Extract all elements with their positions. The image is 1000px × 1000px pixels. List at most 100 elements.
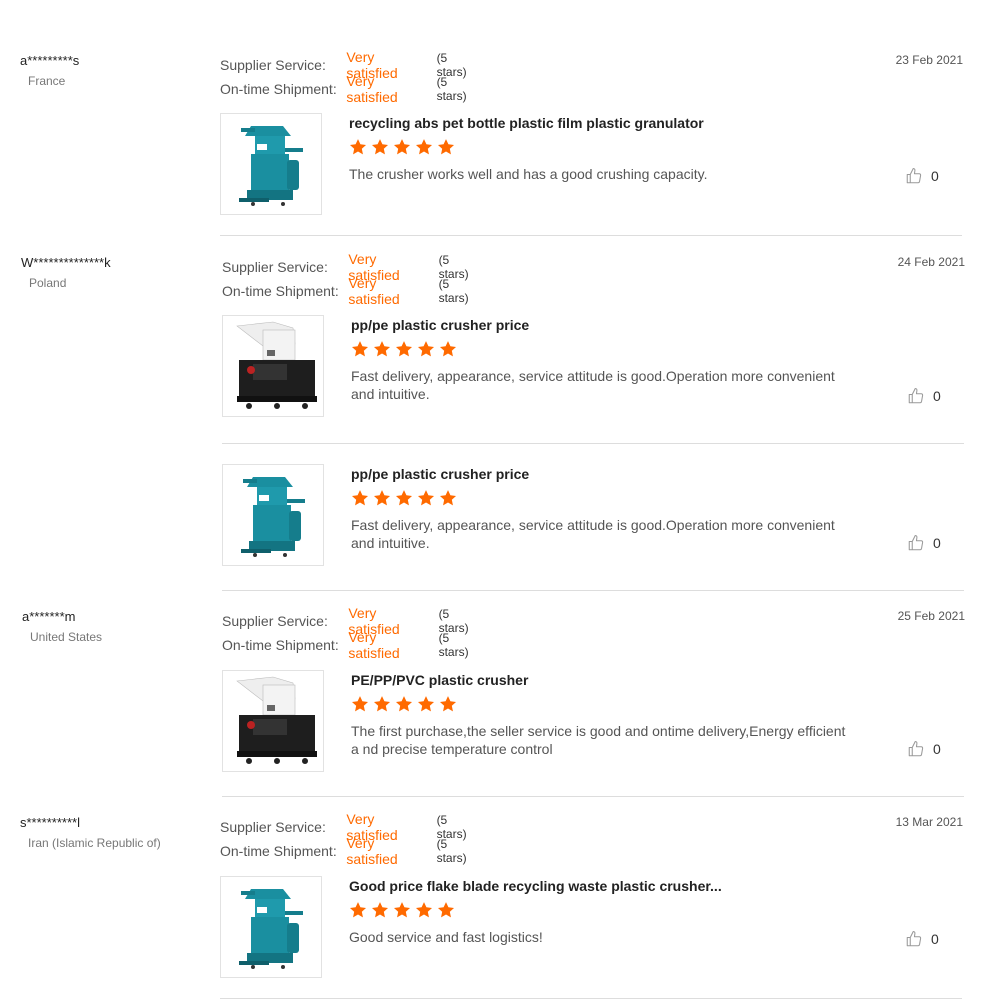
shipment-label: On-time Shipment: xyxy=(222,637,339,653)
star-icon xyxy=(395,341,413,357)
like-button[interactable]: 0 xyxy=(905,167,939,185)
star-icon xyxy=(395,696,413,712)
review-item: Good price flake blade recycling waste p… xyxy=(220,876,965,978)
product-thumbnail[interactable] xyxy=(220,113,322,215)
like-count: 0 xyxy=(933,388,941,404)
reviewer: a*********s France xyxy=(20,53,79,88)
star-icon xyxy=(415,139,433,155)
star-icon xyxy=(371,139,389,155)
thumbs-up-icon xyxy=(905,167,923,185)
star-icon xyxy=(415,902,433,918)
like-count: 0 xyxy=(931,168,939,184)
crusher-machine-image xyxy=(223,316,323,416)
review-date: 13 Mar 2021 xyxy=(895,815,963,829)
review-item: recycling abs pet bottle plastic film pl… xyxy=(220,113,965,215)
review-date: 24 Feb 2021 xyxy=(897,255,965,269)
star-icon xyxy=(439,341,457,357)
thumbs-up-icon xyxy=(907,534,925,552)
supplier-service-label: Supplier Service: xyxy=(222,259,328,275)
crusher-machine-image xyxy=(221,114,321,214)
star-icon xyxy=(417,490,435,506)
review-item: pp/pe plastic crusher price Fast deliver… xyxy=(222,464,967,566)
reviewer-name: a*********s xyxy=(20,53,80,68)
product-title[interactable]: pp/pe plastic crusher price xyxy=(351,317,529,333)
divider xyxy=(220,235,962,236)
star-icon xyxy=(373,490,391,506)
reviewer-country: United States xyxy=(30,630,103,644)
star-icon xyxy=(417,341,435,357)
product-title[interactable]: PE/PP/PVC plastic crusher xyxy=(351,672,528,688)
reviewer-country: Iran (Islamic Republic of) xyxy=(28,836,161,850)
like-count: 0 xyxy=(931,931,939,947)
star-rating xyxy=(351,489,457,507)
shipment-value: Very satisfied xyxy=(346,835,398,867)
reviewer: a*******m United States xyxy=(22,609,102,644)
star-rating xyxy=(351,340,457,358)
star-icon xyxy=(439,490,457,506)
shipment-stars: (5 stars) xyxy=(438,277,469,305)
divider xyxy=(220,998,962,999)
review-item: pp/pe plastic crusher price Fast deliver… xyxy=(222,315,967,417)
star-icon xyxy=(417,696,435,712)
star-icon xyxy=(349,139,367,155)
shipment-value: Very satisfied xyxy=(346,73,398,105)
review-date: 23 Feb 2021 xyxy=(895,53,963,67)
star-icon xyxy=(439,696,457,712)
product-thumbnail[interactable] xyxy=(222,464,324,566)
crusher-machine-image xyxy=(223,465,323,565)
shipment-stars: (5 stars) xyxy=(436,75,467,103)
star-icon xyxy=(393,902,411,918)
reviewer-country: France xyxy=(28,74,66,88)
review-date: 25 Feb 2021 xyxy=(897,609,965,623)
product-title[interactable]: pp/pe plastic crusher price xyxy=(351,466,529,482)
crusher-machine-image xyxy=(221,877,321,977)
supplier-service-label: Supplier Service: xyxy=(222,613,328,629)
review-comment: The crusher works well and has a good cr… xyxy=(349,166,708,182)
like-button[interactable]: 0 xyxy=(907,387,941,405)
product-thumbnail[interactable] xyxy=(222,315,324,417)
star-icon xyxy=(371,902,389,918)
star-icon xyxy=(437,139,455,155)
reviewer: s**********l Iran (Islamic Republic of) xyxy=(20,815,161,850)
reviewer-name: a*******m xyxy=(22,609,76,624)
reviewer-country: Poland xyxy=(29,276,67,290)
star-icon xyxy=(351,696,369,712)
like-button[interactable]: 0 xyxy=(907,740,941,758)
supplier-service-label: Supplier Service: xyxy=(220,819,326,835)
star-icon xyxy=(351,490,369,506)
shipment-value: Very satisfied xyxy=(348,275,400,307)
shipment-label: On-time Shipment: xyxy=(222,283,339,299)
star-icon xyxy=(395,490,413,506)
star-rating xyxy=(349,138,455,156)
shipment-stars: (5 stars) xyxy=(436,837,467,865)
star-icon xyxy=(373,341,391,357)
reviewer-name: W**************k xyxy=(21,255,111,270)
supplier-ratings: Supplier Service: Very satisfied (5 stars)… xyxy=(222,605,482,661)
star-rating xyxy=(351,695,457,713)
review-comment: Fast delivery, appearance, service attit… xyxy=(351,517,835,551)
review-item: PE/PP/PVC plastic crusher The first purc… xyxy=(222,670,967,772)
like-button[interactable]: 0 xyxy=(905,930,939,948)
star-icon xyxy=(373,696,391,712)
shipment-label: On-time Shipment: xyxy=(220,843,337,859)
shipment-label: On-time Shipment: xyxy=(220,81,337,97)
review-comment: Good service and fast logistics! xyxy=(349,929,543,945)
like-button[interactable]: 0 xyxy=(907,534,941,552)
supplier-service-label: Supplier Service: xyxy=(220,57,326,73)
thumbs-up-icon xyxy=(907,387,925,405)
product-thumbnail[interactable] xyxy=(222,670,324,772)
divider xyxy=(222,443,964,444)
product-thumbnail[interactable] xyxy=(220,876,322,978)
star-rating xyxy=(349,901,455,919)
divider xyxy=(222,796,964,797)
supplier-ratings: Supplier Service: Very satisfied (5 stars)… xyxy=(220,49,480,105)
product-title[interactable]: Good price flake blade recycling waste p… xyxy=(349,878,722,894)
star-icon xyxy=(393,139,411,155)
star-icon xyxy=(437,902,455,918)
product-title[interactable]: recycling abs pet bottle plastic film pl… xyxy=(349,115,704,131)
reviewer: W**************k Poland xyxy=(21,255,111,290)
reviewer-name: s**********l xyxy=(20,815,80,830)
like-count: 0 xyxy=(933,741,941,757)
supplier-ratings: Supplier Service: Very satisfied (5 stars)… xyxy=(220,811,480,867)
thumbs-up-icon xyxy=(907,740,925,758)
